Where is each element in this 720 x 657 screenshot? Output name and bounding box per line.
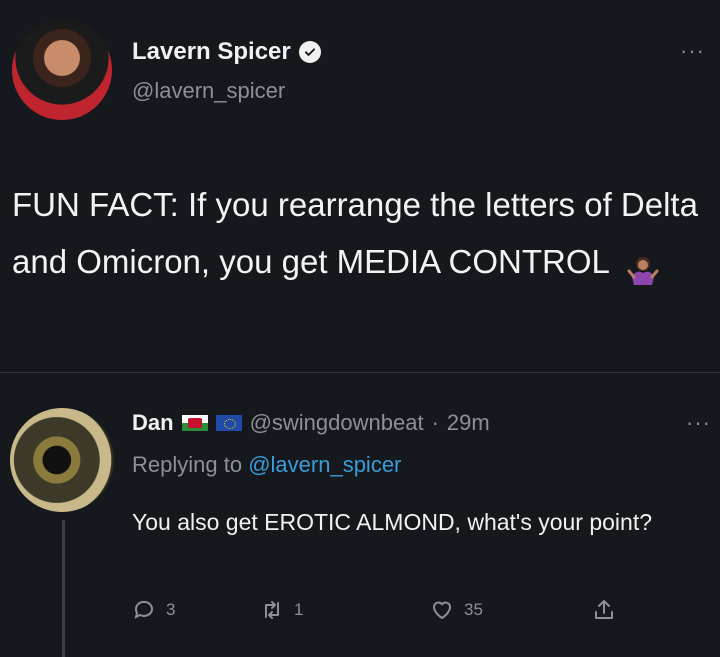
author-name[interactable]: Lavern Spicer bbox=[132, 38, 291, 66]
more-options-icon[interactable]: ··· bbox=[686, 410, 711, 436]
reply-timestamp[interactable]: 29m bbox=[447, 410, 490, 436]
thread-line bbox=[62, 520, 65, 657]
reply-button[interactable]: 3 bbox=[132, 598, 175, 622]
avatar[interactable] bbox=[12, 20, 112, 120]
reply-count: 3 bbox=[166, 600, 176, 619]
wales-flag-icon bbox=[181, 415, 208, 431]
shrug-emoji-icon bbox=[626, 247, 660, 286]
heart-icon bbox=[432, 601, 452, 620]
eu-flag-icon bbox=[215, 415, 242, 431]
reply-avatar[interactable] bbox=[10, 408, 114, 512]
verified-badge-icon bbox=[298, 41, 321, 63]
replying-to: Replying to @lavern_spicer bbox=[132, 452, 401, 478]
divider bbox=[0, 372, 720, 373]
share-icon bbox=[595, 600, 613, 619]
reply-separator: · bbox=[431, 410, 439, 435]
replying-to-label: Replying to bbox=[132, 452, 243, 477]
retweet-icon bbox=[265, 601, 279, 619]
replying-to-mention[interactable]: @lavern_spicer bbox=[248, 452, 401, 477]
tweet-text-content: FUN FACT: If you rearrange the letters o… bbox=[12, 186, 698, 280]
like-button[interactable]: 35 bbox=[430, 598, 483, 622]
reply-text: You also get EROTIC ALMOND, what's your … bbox=[132, 509, 653, 535]
comment-icon bbox=[134, 600, 153, 619]
tweet-text: FUN FACT: If you rearrange the letters o… bbox=[12, 176, 712, 290]
main-tweet: Lavern Spicer @lavern_spicer ··· FUN FAC… bbox=[0, 0, 720, 370]
retweet-count: 1 bbox=[294, 600, 304, 619]
reply-author-handle[interactable]: @swingdownbeat bbox=[250, 410, 424, 436]
like-count: 35 bbox=[464, 600, 483, 619]
reply-tweet: Dan @swingdownbeat · 29m ··· Replying to… bbox=[0, 380, 720, 657]
author-row: Lavern Spicer bbox=[132, 38, 321, 66]
share-button[interactable] bbox=[592, 598, 616, 622]
action-bar: 3 1 35 bbox=[132, 598, 632, 628]
reply-author-name[interactable]: Dan bbox=[132, 410, 174, 436]
retweet-button[interactable]: 1 bbox=[260, 598, 303, 622]
reply-author-row: Dan @swingdownbeat · 29m bbox=[132, 410, 490, 436]
author-handle[interactable]: @lavern_spicer bbox=[132, 78, 285, 104]
more-options-icon[interactable]: ··· bbox=[680, 38, 705, 64]
